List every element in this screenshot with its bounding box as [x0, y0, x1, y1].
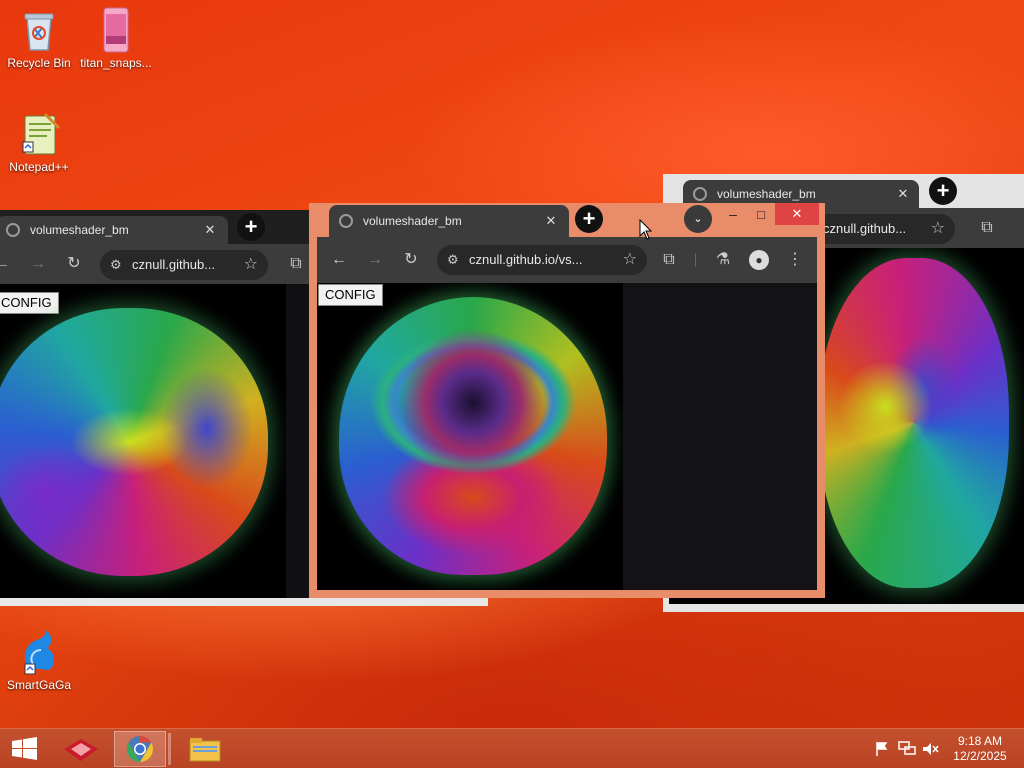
site-info-icon[interactable]: ⚙	[447, 245, 459, 275]
toolbar-divider	[695, 253, 696, 267]
notepad-plus-plus-icon	[15, 110, 63, 158]
fractal-render	[819, 258, 1009, 588]
globe-icon	[693, 187, 707, 201]
smartgaga-icon	[15, 628, 63, 676]
tab-title: volumeshader_bm	[30, 223, 129, 237]
minimize-icon[interactable]: –	[723, 205, 743, 225]
clock-time: 9:18 AM	[957, 734, 1003, 748]
recycle-bin-icon	[15, 6, 63, 54]
bookmark-star-icon[interactable]: ☆	[931, 214, 945, 244]
taskbar-app-chrome[interactable]	[114, 731, 166, 767]
bookmark-star-icon[interactable]: ☆	[623, 245, 637, 275]
taskbar-divider	[168, 733, 171, 765]
url-text: cznull.github.io/vs...	[469, 252, 583, 267]
back-icon[interactable]: ←	[0, 254, 12, 274]
page-content: CONFIG	[317, 283, 817, 590]
mouse-cursor	[639, 218, 653, 241]
back-icon[interactable]: ←	[329, 250, 349, 270]
maximize-icon[interactable]: □	[751, 205, 771, 225]
globe-icon	[6, 223, 20, 237]
extensions-icon[interactable]: ⧉	[977, 218, 997, 238]
close-tab-icon[interactable]: ✕	[202, 222, 218, 238]
url-text: cznull.github...	[132, 257, 216, 272]
forward-icon[interactable]: →	[28, 254, 48, 274]
desktop-icon-label: titan_snaps...	[80, 56, 152, 70]
url-text: cznull.github...	[823, 221, 907, 236]
extensions-icon[interactable]: ⧉	[286, 254, 306, 274]
desktop-icon-label: Recycle Bin	[7, 56, 71, 70]
fractal-render	[339, 297, 607, 575]
browser-window-center[interactable]: volumeshader_bm ✕ + ⌄ – □ ✕ ← → ↻ ⚙ cznu…	[309, 203, 825, 598]
tab-title: volumeshader_bm	[363, 214, 462, 228]
browser-tab[interactable]: volumeshader_bm ✕	[329, 205, 569, 237]
file-explorer-icon	[189, 738, 221, 762]
reload-icon[interactable]: ↻	[64, 254, 84, 274]
desktop-icon-titan-snapshot[interactable]: titan_snaps...	[78, 6, 154, 70]
app-red-icon	[64, 739, 98, 761]
close-window-button[interactable]: ✕	[775, 203, 819, 225]
desktop-icon-notepad-plus-plus[interactable]: Notepad++	[1, 110, 77, 174]
start-icon	[12, 737, 37, 760]
taskbar-app-file-explorer[interactable]	[180, 731, 230, 767]
address-bar[interactable]: ⚙ cznull.github... ☆	[100, 250, 268, 280]
browser-toolbar: ← → ↻ ⚙ cznull.github.io/vs... ☆ ⧉ ⚗ ● ⋮	[317, 237, 817, 283]
config-button[interactable]: CONFIG	[318, 284, 383, 306]
extensions-icon[interactable]: ⧉	[659, 250, 679, 270]
forward-icon[interactable]: →	[365, 250, 385, 270]
clock-date: 12/2/2025	[953, 749, 1007, 763]
taskbar: 9:18 AM 12/2/2025	[0, 728, 1024, 768]
config-button[interactable]: CONFIG	[0, 292, 59, 314]
desktop-icon-label: SmartGaGa	[6, 678, 72, 692]
address-bar[interactable]: ⚙ cznull.github.io/vs... ☆	[437, 245, 647, 275]
volume-muted-icon[interactable]	[922, 741, 940, 757]
tab-strip: volumeshader_bm ✕ + ⌄ – □ ✕	[309, 203, 825, 237]
network-icon[interactable]	[898, 741, 916, 757]
close-tab-icon[interactable]: ✕	[543, 213, 559, 229]
flag-icon[interactable]	[874, 741, 890, 757]
image-file-icon	[92, 6, 140, 54]
browser-tab[interactable]: volumeshader_bm ✕	[0, 216, 228, 244]
profile-avatar-icon[interactable]: ●	[749, 250, 769, 270]
desktop-icon-smartgaga[interactable]: SmartGaGa	[1, 628, 77, 692]
reload-icon[interactable]: ↻	[401, 250, 421, 270]
close-tab-icon[interactable]: ✕	[895, 186, 911, 202]
tab-title: volumeshader_bm	[717, 187, 816, 201]
globe-icon	[339, 214, 353, 228]
desktop-icon-label: Notepad++	[9, 160, 69, 174]
window-bottom-edge	[0, 598, 488, 606]
more-menu-icon[interactable]: ⋮	[785, 250, 805, 270]
site-info-icon[interactable]: ⚙	[110, 250, 122, 280]
desktop-icon-recycle-bin[interactable]: Recycle Bin	[1, 6, 77, 70]
side-panel	[623, 283, 817, 590]
bookmark-star-icon[interactable]: ☆	[244, 250, 258, 280]
fractal-render	[0, 308, 268, 576]
clock[interactable]: 9:18 AM 12/2/2025	[948, 734, 1012, 764]
start-button[interactable]	[0, 731, 50, 767]
chrome-icon	[126, 735, 154, 763]
taskbar-app-red[interactable]	[56, 731, 106, 767]
new-tab-button[interactable]: +	[929, 177, 957, 205]
new-tab-button[interactable]: +	[237, 213, 265, 241]
labs-flask-icon[interactable]: ⚗	[713, 250, 733, 270]
tab-search-button[interactable]: ⌄	[684, 205, 712, 233]
new-tab-button[interactable]: +	[575, 205, 603, 233]
